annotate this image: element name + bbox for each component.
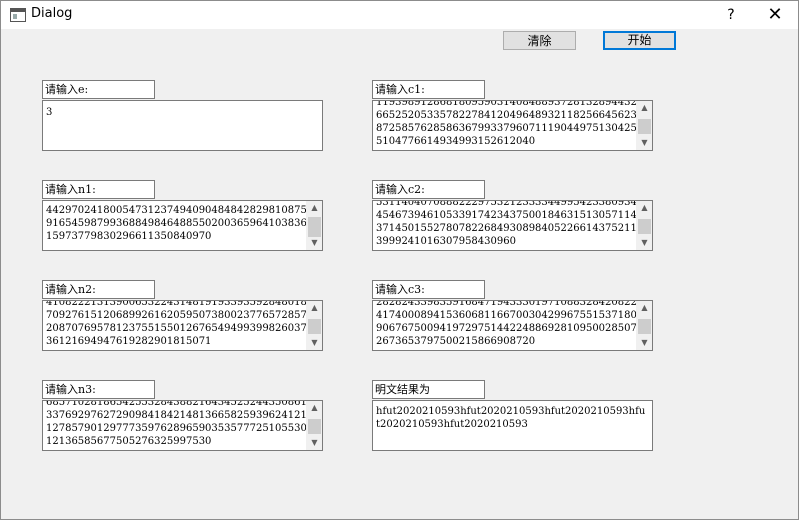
scroll-up-icon[interactable]: ▲: [307, 401, 322, 415]
n3-scroll-thumb[interactable]: [308, 419, 321, 434]
result-output-text: hfut2020210593hfut2020210593hfut20202105…: [376, 406, 646, 430]
scroll-up-icon[interactable]: ▲: [307, 301, 322, 315]
c1-scrollbar[interactable]: ▲ ▼: [636, 101, 652, 150]
clear-button[interactable]: 清除: [503, 31, 576, 50]
dialog-window: Dialog ? ✕ 清除 开始 请输入e: 3 请输入n1: 44297024…: [0, 0, 799, 520]
c3-scrollbar[interactable]: ▲ ▼: [636, 301, 652, 350]
title-bar: Dialog ? ✕: [1, 1, 798, 29]
scroll-down-icon[interactable]: ▼: [637, 136, 652, 150]
label-c1: 请输入c1:: [372, 80, 485, 99]
n3-scrollbar[interactable]: ▲ ▼: [306, 401, 322, 450]
scroll-down-icon[interactable]: ▼: [307, 336, 322, 350]
scroll-down-icon[interactable]: ▼: [307, 436, 322, 450]
input-c1[interactable]: 1193989128681809590314084889372813289443…: [372, 100, 653, 151]
input-c2[interactable]: 5311404070888222975321233334499542338093…: [372, 200, 653, 251]
window-title: Dialog: [31, 6, 73, 21]
start-button[interactable]: 开始: [603, 31, 676, 50]
input-n3-text: 6857102818654255328438821643452524435086…: [46, 400, 314, 447]
input-e[interactable]: 3: [42, 100, 323, 151]
label-c2: 请输入c2:: [372, 180, 485, 199]
scroll-up-icon[interactable]: ▲: [637, 301, 652, 315]
window-icon: [10, 8, 26, 22]
c3-scroll-thumb[interactable]: [638, 319, 651, 334]
input-e-text: 3: [46, 107, 53, 118]
result-output[interactable]: hfut2020210593hfut2020210593hfut20202105…: [372, 400, 653, 451]
input-c3-text: 2828243398359168471943330197108832842082…: [376, 300, 644, 347]
label-c3: 请输入c3:: [372, 280, 485, 299]
n2-scroll-thumb[interactable]: [308, 319, 321, 334]
label-n2: 请输入n2:: [42, 280, 155, 299]
input-c1-text: 1193989128681809590314084889372813289443…: [376, 100, 644, 147]
scroll-down-icon[interactable]: ▼: [307, 236, 322, 250]
n1-scrollbar[interactable]: ▲ ▼: [306, 201, 322, 250]
label-n1: 请输入n1:: [42, 180, 155, 199]
scroll-down-icon[interactable]: ▼: [637, 236, 652, 250]
input-c3[interactable]: 2828243398359168471943330197108832842082…: [372, 300, 653, 351]
scroll-up-icon[interactable]: ▲: [637, 101, 652, 115]
input-c2-text: 5311404070888222975321233334499542338093…: [376, 200, 644, 247]
n1-scroll-thumb[interactable]: [308, 217, 321, 237]
n2-scrollbar[interactable]: ▲ ▼: [306, 301, 322, 350]
label-n3: 请输入n3:: [42, 380, 155, 399]
close-button[interactable]: ✕: [757, 3, 793, 27]
help-button[interactable]: ?: [717, 3, 745, 27]
c2-scroll-thumb[interactable]: [638, 219, 651, 234]
scroll-down-icon[interactable]: ▼: [637, 336, 652, 350]
label-e: 请输入e:: [42, 80, 155, 99]
input-n1-text: 4429702418005473123749409048484282981087…: [46, 205, 314, 242]
input-n3[interactable]: 6857102818654255328438821643452524435086…: [42, 400, 323, 451]
input-n2[interactable]: 4108222131390065322431481919339359284801…: [42, 300, 323, 351]
scroll-up-icon[interactable]: ▲: [637, 201, 652, 215]
label-result: 明文结果为: [372, 380, 485, 399]
scroll-up-icon[interactable]: ▲: [307, 201, 322, 215]
input-n1[interactable]: 4429702418005473123749409048484282981087…: [42, 200, 323, 251]
input-n2-text: 4108222131390065322431481919339359284801…: [46, 300, 314, 347]
c2-scrollbar[interactable]: ▲ ▼: [636, 201, 652, 250]
c1-scroll-thumb[interactable]: [638, 119, 651, 134]
